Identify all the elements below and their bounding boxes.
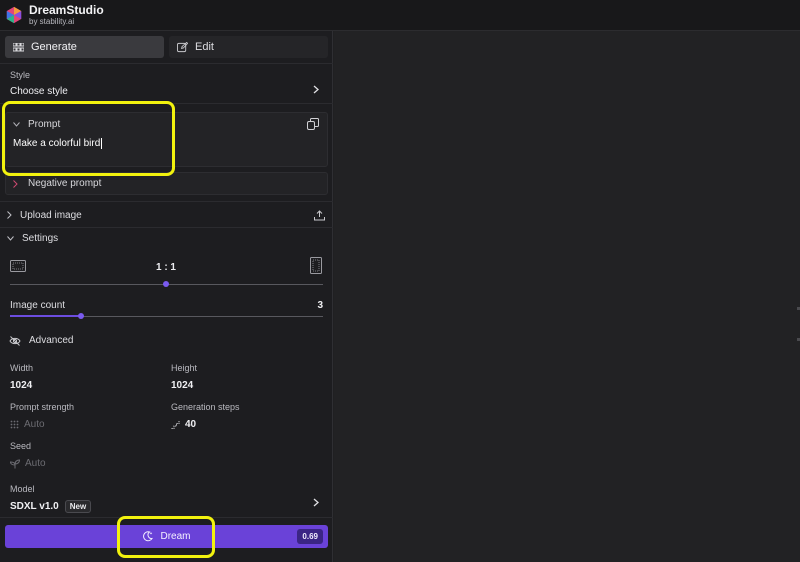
- prompt-input[interactable]: Make a colorful bird: [13, 138, 103, 150]
- negative-prompt-toggle[interactable]: Negative prompt: [5, 172, 328, 195]
- prompt-input-text: Make a colorful bird: [13, 138, 101, 150]
- aspect-ratio-value: 1 : 1: [155, 262, 176, 273]
- image-count-row: Image count 3: [10, 300, 323, 311]
- stairs-icon: [171, 421, 180, 429]
- height-value: 1024: [171, 380, 194, 391]
- seed-value: Auto: [25, 458, 46, 469]
- dreamstudio-logo-icon: [6, 6, 22, 24]
- image-count-label: Image count: [10, 300, 66, 311]
- chevron-right-icon: [7, 211, 12, 219]
- aspect-ratio-control: 1 : 1: [9, 257, 323, 275]
- width-field[interactable]: Width 1024: [10, 363, 33, 391]
- portrait-ratio-icon[interactable]: [310, 257, 322, 274]
- chevron-right-icon: [13, 179, 18, 188]
- divider: [0, 517, 333, 518]
- divider: [0, 103, 333, 104]
- image-count-value: 3: [317, 300, 323, 311]
- seed-input[interactable]: Auto: [10, 458, 46, 469]
- edit-icon: [177, 41, 188, 52]
- style-selector[interactable]: Style Choose style: [10, 70, 323, 97]
- height-label: Height: [171, 363, 198, 373]
- tab-generate-label: Generate: [31, 41, 77, 53]
- prompt-strength-label: Prompt strength: [10, 402, 75, 412]
- divider: [0, 227, 333, 228]
- tab-generate[interactable]: Generate: [5, 36, 164, 58]
- seed-label: Seed: [10, 441, 32, 451]
- image-canvas: [334, 31, 800, 562]
- chevron-down-icon: [13, 122, 20, 127]
- prompt-section: Prompt Make a colorful bird: [5, 112, 328, 167]
- chevron-right-icon: [313, 85, 319, 94]
- tab-edit[interactable]: Edit: [169, 36, 328, 58]
- image-count-slider-handle[interactable]: [78, 313, 84, 319]
- width-label: Width: [10, 363, 34, 373]
- tab-edit-label: Edit: [195, 41, 214, 53]
- prompt-toggle[interactable]: Prompt: [13, 119, 60, 130]
- image-count-slider-fill: [10, 315, 81, 317]
- mode-tabs: Generate Edit: [5, 36, 328, 58]
- dots-grid-icon: [10, 420, 19, 429]
- prompt-strength-value: Auto: [24, 419, 45, 430]
- aspect-ratio-slider-handle[interactable]: [163, 281, 169, 287]
- generation-steps-label: Generation steps: [171, 402, 240, 412]
- generation-steps-value: 40: [185, 419, 197, 430]
- prompt-label: Prompt: [28, 119, 61, 130]
- width-value: 1024: [10, 380, 33, 391]
- text-caret: [101, 138, 103, 149]
- copy-icon[interactable]: [307, 118, 319, 130]
- sprout-icon: [10, 458, 20, 468]
- chevron-down-icon: [7, 235, 14, 241]
- advanced-toggle[interactable]: Advanced: [9, 335, 327, 346]
- dream-button-label: Dream: [160, 531, 191, 542]
- new-badge: New: [64, 500, 92, 513]
- generation-steps-field[interactable]: Generation steps 40: [171, 402, 240, 430]
- negative-prompt-label: Negative prompt: [28, 178, 102, 189]
- upload-image-label: Upload image: [20, 209, 82, 221]
- upload-icon[interactable]: [314, 209, 325, 221]
- brand[interactable]: DreamStudio by stability.ai: [29, 4, 104, 26]
- model-selector[interactable]: Model SDXL v1.0 New: [10, 484, 323, 513]
- top-bar: DreamStudio by stability.ai: [0, 0, 800, 31]
- generation-steps-input[interactable]: 40: [171, 419, 240, 430]
- upload-image-toggle[interactable]: Upload image: [7, 208, 325, 222]
- model-value-row: SDXL v1.0 New: [10, 500, 323, 513]
- credit-cost-badge: 0.69: [297, 529, 323, 544]
- settings-panel: Generate Edit Style Choose style Prompt: [0, 31, 333, 562]
- divider: [0, 63, 333, 64]
- eye-off-icon: [9, 335, 21, 346]
- chevron-right-icon: [313, 498, 319, 507]
- moon-icon: [143, 531, 154, 542]
- grid-icon: [13, 42, 24, 51]
- seed-field[interactable]: Seed Auto: [10, 441, 46, 469]
- settings-toggle[interactable]: Settings: [7, 231, 325, 245]
- style-value: Choose style: [10, 86, 68, 97]
- app-byline: by stability.ai: [29, 17, 75, 26]
- model-label: Model: [10, 484, 35, 494]
- model-value: SDXL v1.0: [10, 501, 59, 512]
- prompt-strength-field[interactable]: Prompt strength Auto: [10, 402, 74, 430]
- style-label: Style: [10, 70, 31, 80]
- height-field[interactable]: Height 1024: [171, 363, 197, 391]
- divider: [0, 201, 333, 202]
- dream-button[interactable]: Dream 0.69: [5, 525, 328, 548]
- settings-label: Settings: [22, 232, 59, 244]
- advanced-label: Advanced: [29, 335, 74, 346]
- app-name: DreamStudio: [29, 3, 104, 17]
- prompt-strength-input[interactable]: Auto: [10, 419, 74, 430]
